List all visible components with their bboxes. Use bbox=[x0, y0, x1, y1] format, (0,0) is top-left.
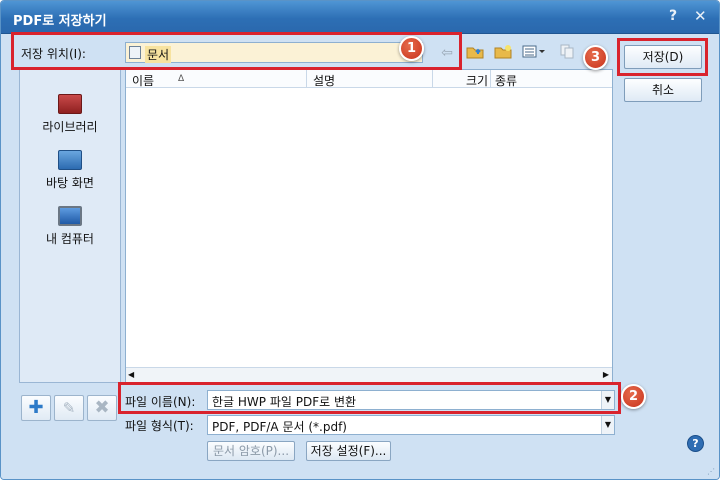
step-badge-2: 2 bbox=[621, 384, 646, 409]
close-icon[interactable]: ✕ bbox=[694, 7, 707, 25]
step-badge-3: 3 bbox=[583, 45, 608, 70]
delete-place-button[interactable]: ✖ bbox=[87, 395, 117, 421]
place-desktop[interactable]: 바탕 화면 bbox=[20, 150, 120, 191]
up-folder-icon[interactable] bbox=[465, 44, 485, 62]
place-computer[interactable]: 내 컴퓨터 bbox=[20, 206, 120, 247]
desktop-icon bbox=[58, 150, 82, 170]
sort-indicator-icon: ᐃ bbox=[178, 74, 185, 84]
column-size[interactable]: 크기 bbox=[466, 72, 488, 89]
edit-place-button[interactable]: ✎ bbox=[54, 395, 84, 421]
place-desktop-label: 바탕 화면 bbox=[46, 176, 94, 190]
filetype-select[interactable]: PDF, PDF/A 문서 (*.pdf) ▼ bbox=[207, 415, 615, 435]
resize-grip-icon[interactable]: ⋰ bbox=[707, 467, 717, 477]
highlight-box-save bbox=[617, 38, 708, 76]
column-description[interactable]: 설명 bbox=[313, 72, 335, 89]
new-folder-icon[interactable] bbox=[493, 44, 513, 62]
document-password-button[interactable]: 문서 암호(P)... bbox=[207, 441, 295, 461]
file-list[interactable]: 이름 ᐃ 설명 크기 종류 ◀ ▶ bbox=[125, 69, 613, 383]
step-badge-1: 1 bbox=[399, 36, 424, 61]
computer-icon bbox=[58, 206, 82, 226]
dialog-title: PDF로 저장하기 bbox=[13, 14, 107, 29]
library-icon bbox=[58, 94, 82, 114]
scroll-right-icon[interactable]: ▶ bbox=[603, 370, 609, 379]
place-library-label: 라이브러리 bbox=[42, 120, 98, 134]
filetype-label: 파일 형식(T): bbox=[125, 419, 194, 433]
chevron-down-icon[interactable]: ▼ bbox=[601, 416, 614, 434]
title-bar[interactable]: PDF로 저장하기 ? ✕ bbox=[1, 1, 719, 34]
place-library[interactable]: 라이브러리 bbox=[20, 94, 120, 135]
column-type[interactable]: 종류 bbox=[495, 72, 517, 89]
save-pdf-dialog: PDF로 저장하기 ? ✕ 저장 위치(I): 문서 ⇦ 라이브러리 바탕 화면… bbox=[0, 0, 720, 480]
save-settings-button[interactable]: 저장 설정(F)... bbox=[306, 441, 391, 461]
help-button-icon[interactable]: ? bbox=[687, 435, 704, 452]
highlight-box-location bbox=[11, 32, 462, 70]
copy-icon[interactable] bbox=[557, 44, 577, 62]
scroll-left-icon[interactable]: ◀ bbox=[128, 370, 134, 379]
place-computer-label: 내 컴퓨터 bbox=[46, 232, 94, 246]
column-name[interactable]: 이름 bbox=[132, 72, 154, 89]
filetype-value: PDF, PDF/A 문서 (*.pdf) bbox=[212, 420, 347, 434]
column-divider[interactable] bbox=[306, 70, 307, 88]
column-divider[interactable] bbox=[490, 70, 491, 88]
column-divider[interactable] bbox=[432, 70, 433, 88]
help-icon[interactable]: ? bbox=[669, 8, 677, 24]
places-sidebar: 라이브러리 바탕 화면 내 컴퓨터 bbox=[19, 69, 121, 383]
file-list-header: 이름 ᐃ 설명 크기 종류 bbox=[126, 70, 612, 88]
cancel-button[interactable]: 취소 bbox=[624, 78, 702, 102]
view-menu-icon[interactable] bbox=[521, 44, 547, 62]
horizontal-scrollbar[interactable]: ◀ ▶ bbox=[126, 367, 612, 382]
add-place-button[interactable]: ✚ bbox=[21, 395, 51, 421]
highlight-box-filename bbox=[118, 382, 621, 414]
